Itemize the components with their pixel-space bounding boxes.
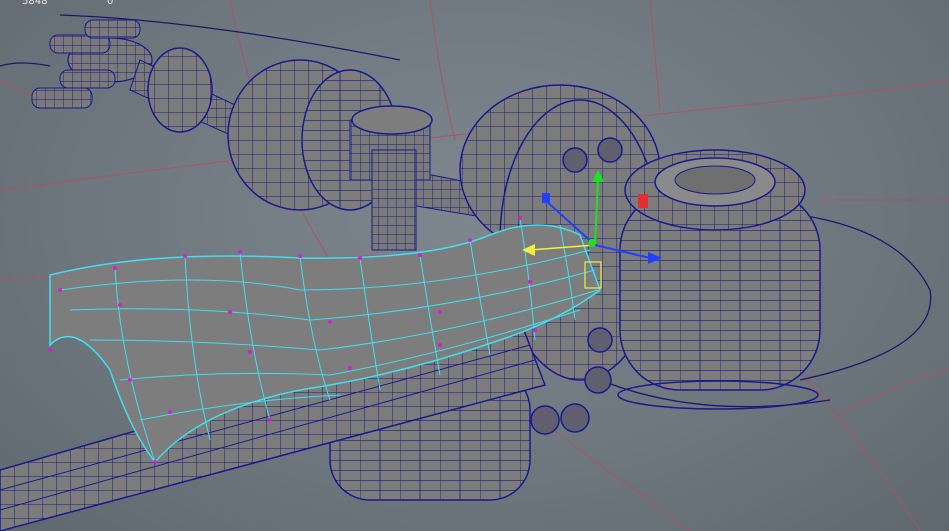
maya-viewport[interactable]: 5848 0 [0,0,949,531]
hud-value: 0 [107,0,114,7]
hand-mesh [31,19,153,109]
hud-poly-count: 5848 [22,0,48,7]
spring-stack [617,149,821,410]
3d-scene[interactable] [0,0,949,531]
piston-cylinder [349,105,433,251]
